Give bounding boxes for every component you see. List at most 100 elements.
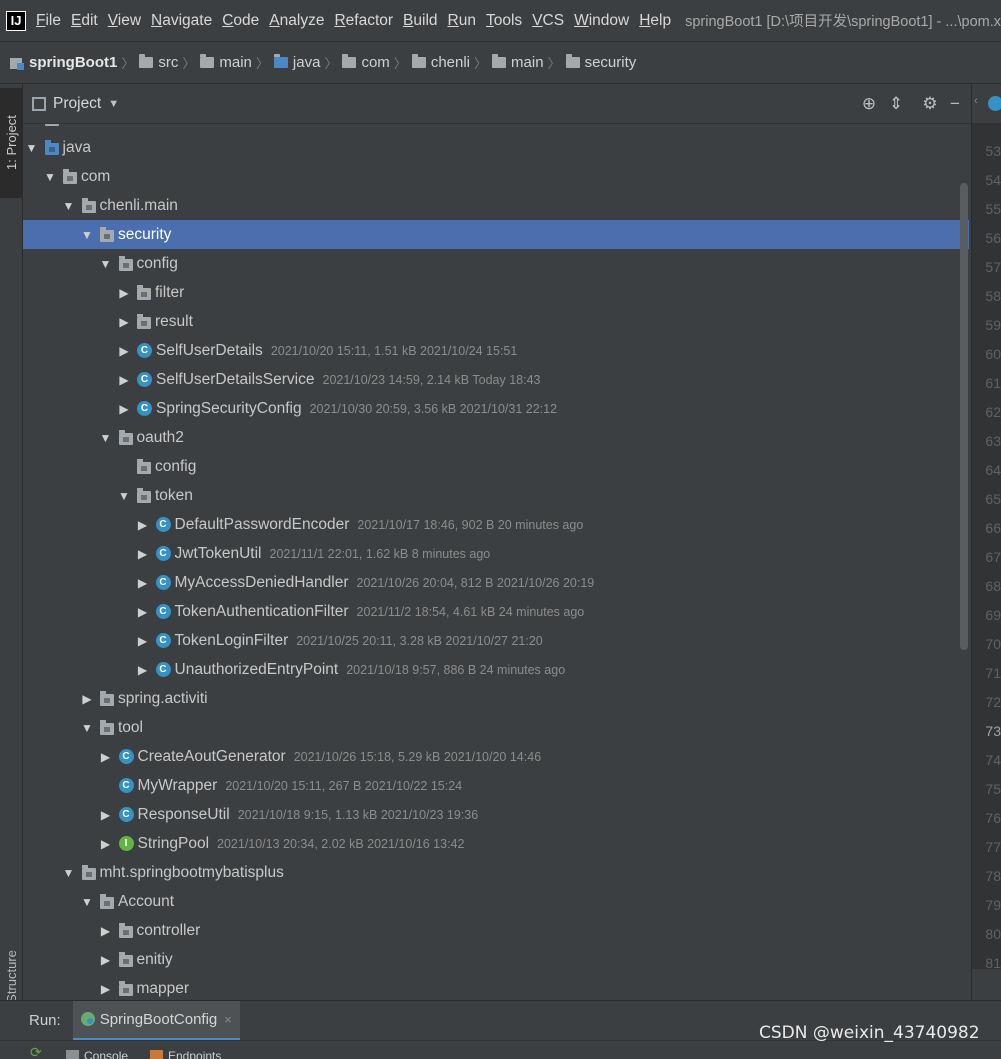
menu-code[interactable]: Code [222,12,259,30]
tree-node[interactable]: C MyWrapper 2021/10/20 15:11, 267 B 2021/1… [23,771,969,800]
collapse-all-icon[interactable]: ⇕ [886,94,906,114]
collapsed-arrow-icon[interactable]: ▶ [99,924,113,938]
collapsed-arrow-icon[interactable]: ▶ [80,692,94,706]
package-icon [44,124,59,126]
collapsed-arrow-icon[interactable]: ▶ [136,634,150,648]
tree-node[interactable]: ▼ config [23,249,969,278]
tree-node[interactable]: ▶ C TokenLoginFilter 2021/10/25 20:11, 3.28… [23,626,969,655]
menu-tools[interactable]: Tools [486,12,522,30]
expanded-arrow-icon[interactable]: ▼ [99,431,113,445]
menu-refactor[interactable]: Refactor [334,12,393,30]
collapsed-arrow-icon[interactable]: ▶ [136,576,150,590]
collapsed-arrow-icon[interactable]: ▶ [117,315,131,329]
tree-node[interactable]: ▶ result [23,307,969,336]
tree-node[interactable]: ▼ mht.springbootmybatisplus [23,858,969,887]
tree-node[interactable]: config [23,452,969,481]
tree-node[interactable]: ▶ C UnauthorizedEntryPoint 2021/10/18 9:57,… [23,655,969,684]
collapsed-arrow-icon[interactable]: ▶ [117,286,131,300]
tree-node[interactable]: ▶ C MyAccessDeniedHandler 2021/10/26 20:04,… [23,568,969,597]
tree-node[interactable]: ▼ oauth2 [23,423,969,452]
menu-file[interactable]: File [36,12,61,30]
run-config-tab[interactable]: SpringBootConfig × [72,1000,240,1041]
tree-node[interactable]: ▶ C SelfUserDetails 2021/10/20 15:11, 1.51 … [23,336,969,365]
menu-help[interactable]: Help [639,12,671,30]
menu-vcs[interactable]: VCS [532,12,564,30]
expanded-arrow-icon[interactable]: ▼ [25,141,39,155]
breadcrumb-item-chenli[interactable]: chenli [411,54,471,71]
locate-file-icon[interactable]: ⊕ [859,94,879,114]
tree-node[interactable]: ▶ enitiy [23,945,969,974]
breadcrumb-label: chenli [430,54,471,71]
tree-node[interactable]: ▼ com [23,162,969,191]
tree-node[interactable]: ▼ chenli.main [23,191,969,220]
collapsed-arrow-icon[interactable]: ▶ [99,982,113,996]
menu-edit[interactable]: Edit [71,12,98,30]
tree-node[interactable]: ▶ C JwtTokenUtil 2021/11/1 22:01, 1.62 kB 8… [23,539,969,568]
hide-panel-icon[interactable]: − [945,94,965,114]
tree-node[interactable]: ▼ java [23,133,969,162]
project-tool-window-tab[interactable]: 1: Project [0,88,23,198]
rerun-icon[interactable]: ⟳ [30,1045,42,1059]
tree-node[interactable]: ▶ C CreateAoutGenerator 2021/10/26 15:18, 5… [23,742,969,771]
project-view-selector[interactable]: Project [53,95,101,113]
menu-view[interactable]: View [108,12,141,30]
tree-node[interactable]: ▶ C TokenAuthenticationFilter 2021/11/2 18:… [23,597,969,626]
expanded-arrow-icon[interactable]: ▼ [117,489,131,503]
collapsed-arrow-icon[interactable]: ▶ [117,373,131,387]
breadcrumb-item-java[interactable]: java [273,54,320,71]
breadcrumb-item-com[interactable]: com [342,54,390,71]
collapsed-arrow-icon[interactable]: ▶ [117,402,131,416]
gear-icon[interactable]: ⚙ [920,94,940,114]
expanded-arrow-icon[interactable]: ▼ [62,199,76,213]
breadcrumb-item-project[interactable]: springBoot1 [10,54,117,71]
expanded-arrow-icon[interactable]: ▼ [80,895,94,909]
chevron-down-icon[interactable]: ▼ [108,98,119,110]
expanded-arrow-icon[interactable]: ▼ [80,721,94,735]
menu-window[interactable]: Window [574,12,629,30]
tree-node[interactable]: ▶ C ResponseUtil 2021/10/18 9:15, 1.13 kB 2… [23,800,969,829]
tab-endpoints[interactable]: Endpoints [150,1049,221,1059]
tree-node[interactable]: ▶ mapper [23,974,969,1000]
close-icon[interactable]: × [224,1012,232,1027]
breadcrumb-item-main-package[interactable]: main [492,54,544,71]
collapsed-arrow-icon[interactable]: ▶ [99,953,113,967]
tree-scrollbar[interactable] [960,183,968,650]
menu-build[interactable]: Build [403,12,437,30]
breadcrumb-item-src[interactable]: src [139,54,178,71]
collapsed-arrow-icon[interactable]: ▶ [99,750,113,764]
tree-node[interactable]: ▶ C DefaultPasswordEncoder 2021/10/17 18:46… [23,510,969,539]
menu-run[interactable]: Run [448,12,476,30]
tab-console[interactable]: Console [66,1049,128,1059]
collapsed-arrow-icon[interactable]: ▶ [99,808,113,822]
tree-node[interactable]: main [23,124,969,133]
tree-node-label: CreateAoutGenerator [137,747,286,765]
expanded-arrow-icon[interactable]: ▼ [80,228,94,242]
collapsed-arrow-icon[interactable]: ▶ [136,605,150,619]
tree-node[interactable]: ▼ security [23,220,969,249]
collapsed-arrow-icon[interactable]: ▶ [136,663,150,677]
tree-node[interactable]: ▶ I StringPool 2021/10/13 20:34, 2.02 kB 20… [23,829,969,858]
expanded-arrow-icon[interactable]: ▼ [43,170,57,184]
collapsed-arrow-icon[interactable]: ▶ [136,518,150,532]
tree-node[interactable]: ▶ controller [23,916,969,945]
breadcrumb-item-main[interactable]: main [200,54,252,71]
editor-tab[interactable]: ‹ [972,84,1001,124]
collapsed-arrow-icon[interactable]: ▶ [136,547,150,561]
breadcrumb-item-security[interactable]: security [565,54,636,71]
collapsed-arrow-icon[interactable]: ▶ [99,837,113,851]
tree-node[interactable]: ▶ spring.activiti [23,684,969,713]
tab-endpoints-label: Endpoints [168,1049,222,1059]
expanded-arrow-icon[interactable]: ▼ [62,866,76,880]
tree-node[interactable]: ▶ C SpringSecurityConfig 2021/10/30 20:59, … [23,394,969,423]
tree-node[interactable]: ▶ C SelfUserDetailsService 2021/10/23 14:59… [23,365,969,394]
menu-analyze[interactable]: Analyze [269,12,324,30]
expanded-arrow-icon[interactable]: ▼ [99,257,113,271]
menu-navigate[interactable]: Navigate [151,12,212,30]
tree-node[interactable]: ▼ token [23,481,969,510]
tab-scroll-left-icon[interactable]: ‹ [974,95,978,107]
tree-node[interactable]: ▶ filter [23,278,969,307]
collapsed-arrow-icon[interactable]: ▶ [117,344,131,358]
tree-node[interactable]: ▼ Account [23,887,969,916]
tree-node[interactable]: ▼ tool [23,713,969,742]
project-tree[interactable]: main ▼ java ▼ com ▼ chenli.main ▼ security ▼ confi… [23,124,969,1000]
